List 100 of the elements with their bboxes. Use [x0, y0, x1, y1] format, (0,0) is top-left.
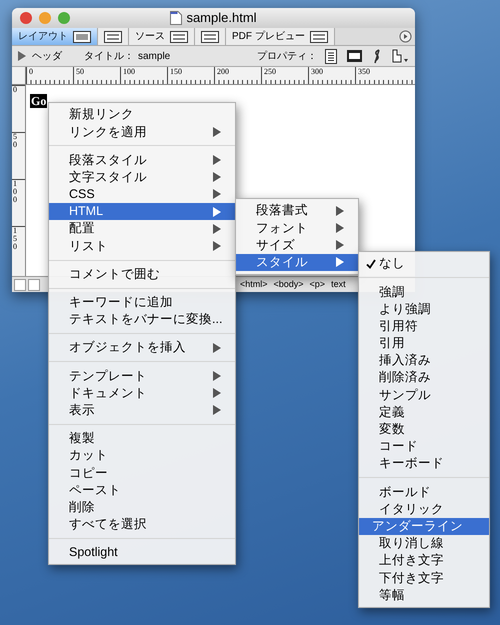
menu-item[interactable]: コピー: [49, 464, 235, 482]
menu-item[interactable]: CSS: [49, 186, 235, 203]
menu-item[interactable]: 段落スタイル: [49, 151, 235, 169]
menu-item[interactable]: 変数: [359, 420, 489, 438]
ruler-mark: 100: [13, 180, 18, 204]
view-tab[interactable]: [98, 28, 129, 45]
menu-item[interactable]: 上付き文字: [359, 552, 489, 570]
menu-item-label: HTML: [69, 205, 104, 218]
menu-item-label: スタイル: [256, 256, 308, 268]
view-tab[interactable]: ソース: [129, 28, 195, 45]
menu-item[interactable]: コード: [359, 438, 489, 456]
menu-item[interactable]: スタイル: [236, 254, 358, 271]
breadcrumb-tag[interactable]: <body>: [274, 278, 304, 292]
submenu-arrow-icon: [213, 172, 221, 182]
menu-item[interactable]: リスト: [49, 237, 235, 254]
menu-item[interactable]: テキストをバナーに変換...: [49, 310, 235, 328]
menu-item[interactable]: イタリック: [359, 500, 489, 518]
ruler-mark: 150: [170, 67, 182, 76]
menu-item[interactable]: 挿入済み: [359, 352, 489, 370]
menu-item-label: 表示: [69, 404, 95, 416]
breadcrumb-tag[interactable]: <p>: [310, 278, 326, 292]
menu-item[interactable]: 削除: [49, 498, 235, 516]
submenu-arrow-icon: [213, 370, 221, 381]
film-strip-icon[interactable]: [347, 50, 362, 62]
submenu-arrow-icon: [213, 240, 221, 251]
menu-item-label: なし: [379, 257, 405, 270]
menu-item[interactable]: 下付き文字: [359, 569, 489, 586]
html-file-icon: [170, 11, 182, 25]
menu-item[interactable]: オブジェクトを挿入: [49, 339, 235, 356]
menu-item-label: 引用: [379, 337, 405, 350]
minus-button[interactable]: [28, 278, 40, 290]
menu-item[interactable]: 配置: [49, 220, 235, 238]
menu-item[interactable]: 強調: [359, 283, 489, 300]
ruler-mark: 0: [29, 67, 33, 76]
menu-item-label: 定義: [379, 406, 405, 418]
options-icon[interactable]: [399, 30, 412, 43]
menu-item[interactable]: 文字スタイル: [49, 168, 235, 186]
menu-item-label: キーワードに追加: [69, 296, 173, 309]
menu-item[interactable]: 削除済み: [359, 369, 489, 386]
menu-item[interactable]: 取り消し線: [359, 534, 489, 552]
menu-item-label: Spotlight: [69, 546, 118, 559]
menu-item[interactable]: 引用: [359, 334, 489, 352]
menu-item[interactable]: リンクを適用: [49, 123, 235, 140]
ruler-mark: 100: [123, 67, 135, 76]
view-tab[interactable]: レイアウト: [12, 28, 98, 45]
menu-item[interactable]: 引用符: [359, 318, 489, 335]
menu-item[interactable]: アンダーライン: [359, 518, 489, 535]
menu-item[interactable]: ドキュメント: [49, 384, 235, 402]
menu-item[interactable]: 定義: [359, 404, 489, 421]
menu-item-label: ペースト: [69, 484, 121, 496]
menu-item[interactable]: 複製: [49, 430, 235, 447]
breadcrumb-tag[interactable]: <html>: [240, 278, 268, 292]
menu-item[interactable]: 段落書式: [236, 202, 358, 220]
menu-item-label: テンプレート: [69, 370, 147, 382]
submenu-arrow-icon: [213, 206, 221, 217]
menu-item[interactable]: サイズ: [236, 236, 358, 254]
block-shapes-icon[interactable]: [392, 49, 409, 63]
stepper-icon[interactable]: [14, 278, 26, 290]
close-button[interactable]: [20, 12, 32, 24]
menu-item[interactable]: カット: [49, 447, 235, 464]
disclosure-triangle-icon[interactable]: [18, 51, 26, 61]
menu-item-label: カット: [69, 449, 108, 462]
layout-view-icon: [310, 30, 328, 42]
submenu-arrow-icon: [336, 257, 344, 268]
menu-item-label: 変数: [379, 423, 405, 436]
window-title: sample.html: [186, 9, 257, 28]
menu-item[interactable]: 表示: [49, 402, 235, 419]
menu-item[interactable]: キーボード: [359, 455, 489, 472]
menu-item-label: 複製: [69, 432, 95, 445]
menu-item-label: 段落書式: [256, 204, 308, 217]
menu-item[interactable]: 新規リンク: [49, 106, 235, 124]
submenu-arrow-icon: [213, 224, 221, 234]
menu-item-label: リンクを適用: [69, 126, 147, 138]
menu-item[interactable]: すべてを選択: [49, 516, 235, 533]
view-tab[interactable]: [195, 28, 226, 45]
submenu-arrow-icon: [336, 222, 344, 233]
menu-item[interactable]: なし: [359, 255, 489, 272]
view-tab[interactable]: PDF プレビュー: [226, 28, 335, 45]
menu-item[interactable]: 等幅: [359, 586, 489, 604]
menu-item-label: サンプル: [379, 388, 431, 402]
checkmark-icon: [366, 258, 376, 269]
menu-item[interactable]: コメントで囲む: [49, 266, 235, 283]
ruler-mark: 150: [13, 227, 18, 251]
menu-item-label: 下付き文字: [379, 572, 444, 584]
menu-item[interactable]: HTML: [49, 202, 235, 220]
submenu-arrow-icon: [213, 405, 221, 416]
menu-item-label: ドキュメント: [69, 386, 147, 400]
menu-item[interactable]: テンプレート: [49, 367, 235, 384]
menu-item[interactable]: より強調: [359, 300, 489, 318]
submenu-arrow-icon: [336, 206, 344, 216]
menu-item-label: 配置: [69, 222, 95, 235]
menu-item[interactable]: キーワードに追加: [49, 294, 235, 311]
menu-item[interactable]: サンプル: [359, 386, 489, 404]
document-icon[interactable]: [325, 48, 337, 64]
menu-item[interactable]: ボールド: [359, 483, 489, 500]
menu-item[interactable]: ペースト: [49, 481, 235, 499]
menu-item[interactable]: Spotlight: [49, 544, 235, 562]
breadcrumb-tag[interactable]: text: [331, 278, 346, 292]
menu-item[interactable]: フォント: [236, 219, 358, 236]
menu-item-label: 挿入済み: [379, 354, 431, 367]
